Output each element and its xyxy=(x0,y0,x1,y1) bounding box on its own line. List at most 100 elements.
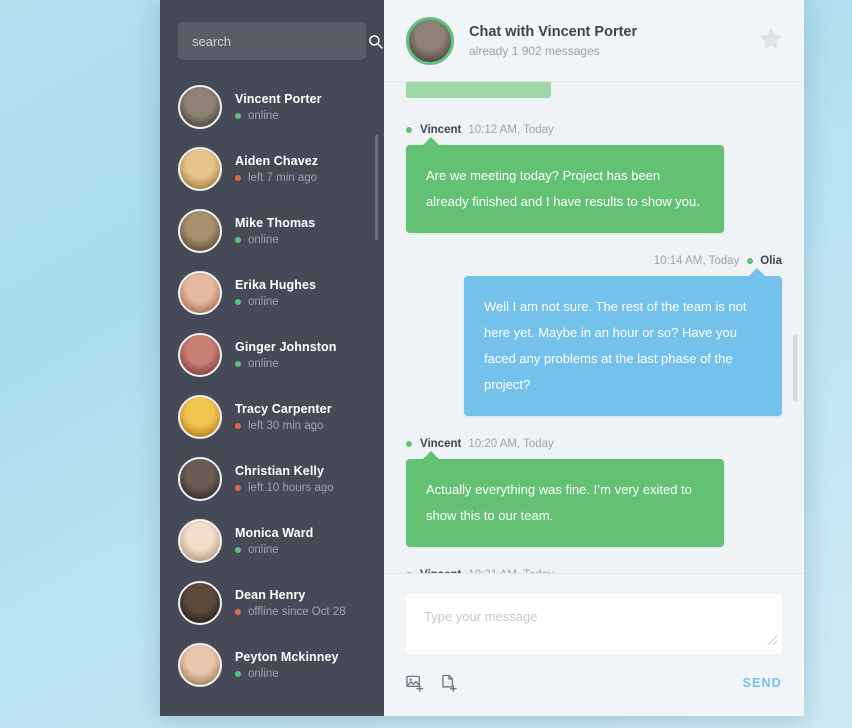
status-dot-online xyxy=(235,361,241,367)
contact-meta: Vincent Porter online xyxy=(235,92,366,122)
contact-list-item[interactable]: Mike Thomas online xyxy=(160,200,384,262)
contact-meta: Mike Thomas online xyxy=(235,216,366,246)
file-add-icon[interactable] xyxy=(441,674,460,693)
contact-status: online xyxy=(235,358,366,370)
composer-actions: SEND xyxy=(406,666,782,700)
message-timestamp: 10:14 AM, Today xyxy=(653,255,740,267)
message-meta: Vincent 10:12 AM, Today xyxy=(406,124,782,136)
contact-name: Erika Hughes xyxy=(235,278,317,292)
status-dot-online xyxy=(235,113,241,119)
contact-list-item[interactable]: Vincent Porter online xyxy=(160,76,384,138)
contact-list-item[interactable]: Monica Ward online xyxy=(160,510,384,572)
contact-list-item[interactable]: Erika Hughes online xyxy=(160,262,384,324)
contact-meta: Erika Hughes online xyxy=(235,278,366,308)
contact-status: online xyxy=(235,296,366,308)
star-icon[interactable] xyxy=(760,27,782,54)
contact-avatar xyxy=(178,209,222,253)
contact-avatar xyxy=(178,147,222,191)
message-bubble[interactable]: Actually everything was fine. I’m very e… xyxy=(406,451,724,547)
send-button[interactable]: SEND xyxy=(742,676,782,690)
chat-header-text: Chat with Vincent Porter already 1 902 m… xyxy=(469,24,760,58)
contact-meta: Monica Ward online xyxy=(235,526,366,556)
contact-list-item[interactable]: Aiden Chavez left 7 min ago xyxy=(160,138,384,200)
search-input[interactable] xyxy=(192,33,368,49)
contact-avatar xyxy=(178,457,222,501)
status-dot-online xyxy=(747,258,754,264)
message-author: Vincent xyxy=(420,569,461,573)
contact-status-label: left 7 min ago xyxy=(248,172,318,184)
contact-avatar xyxy=(178,519,222,563)
status-dot-away xyxy=(235,423,241,429)
contact-meta: Aiden Chavez left 7 min ago xyxy=(235,154,366,184)
contact-status: left 30 min ago xyxy=(235,420,366,432)
message-bubble[interactable]: Well I am not sure. The rest of the team… xyxy=(464,268,782,416)
chat-scrollbar[interactable] xyxy=(793,335,797,401)
contact-name: Mike Thomas xyxy=(235,216,316,230)
contact-avatar xyxy=(178,395,222,439)
message-author: Olia xyxy=(760,255,782,267)
status-dot-online xyxy=(406,572,412,573)
message-author: Vincent xyxy=(420,124,462,136)
search-row xyxy=(160,0,384,60)
contact-status: offline since Oct 28 xyxy=(235,606,366,618)
status-dot-online xyxy=(235,547,241,553)
contact-name: Monica Ward xyxy=(235,526,314,540)
chat-panel: Chat with Vincent Porter already 1 902 m… xyxy=(384,0,804,716)
contact-status-label: left 30 min ago xyxy=(248,420,324,432)
contact-list-item[interactable]: Christian Kelly left 10 hours ago xyxy=(160,448,384,510)
contact-list-item[interactable]: Peyton Mckinney online xyxy=(160,634,384,696)
message-block: Vincent 10:20 AM, Today Actually everythin… xyxy=(406,438,782,547)
contact-meta: Dean Henry offline since Oct 28 xyxy=(235,588,366,618)
contact-list-item[interactable]: Tracy Carpenter left 30 min ago xyxy=(160,386,384,448)
contact-name: Vincent Porter xyxy=(235,92,322,106)
message-composer: SEND xyxy=(384,573,804,716)
status-dot-away xyxy=(235,485,241,491)
message-bubble[interactable]: Are we meeting today? Project has been a… xyxy=(406,137,724,233)
contact-status-label: online xyxy=(248,668,279,680)
message-count-label: already 1 902 messages xyxy=(469,43,600,58)
message-list[interactable]: Vincent 10:12 AM, Today Are we meeting tod… xyxy=(384,82,804,573)
contact-status: online xyxy=(235,544,366,556)
contact-status-label: online xyxy=(248,544,279,556)
message-block: Vincent 10:31 AM, Today xyxy=(406,569,782,573)
contact-avatar xyxy=(178,333,222,377)
contact-name: Aiden Chavez xyxy=(235,154,319,168)
search-icon[interactable] xyxy=(368,34,383,49)
contact-avatar xyxy=(178,85,222,129)
chat-application-window: Vincent Porter online Aiden Chavez left 7 m… xyxy=(160,0,804,716)
search-box[interactable] xyxy=(178,22,383,60)
message-meta: 10:14 AM, Today Olia xyxy=(406,255,782,267)
status-dot-away xyxy=(235,175,241,181)
message-block: 10:14 AM, Today Olia Well I am not sure. T… xyxy=(406,255,782,416)
sidebar-scrollbar[interactable] xyxy=(375,135,378,240)
textarea-wrapper xyxy=(406,594,782,654)
message-timestamp: 10:31 AM, Today xyxy=(468,569,553,573)
message-author: Vincent xyxy=(420,438,462,450)
contact-list-item[interactable]: Dean Henry offline since Oct 28 xyxy=(160,572,384,634)
contact-status: left 7 min ago xyxy=(235,172,366,184)
contact-status: online xyxy=(235,110,366,122)
status-dot-offline xyxy=(235,609,241,615)
contact-avatar xyxy=(178,271,222,315)
status-dot-online xyxy=(406,441,412,447)
contact-list[interactable]: Vincent Porter online Aiden Chavez left 7 m… xyxy=(160,76,384,716)
contact-status-label: online xyxy=(248,296,279,308)
status-dot-online xyxy=(235,299,241,305)
chat-header: Chat with Vincent Porter already 1 902 m… xyxy=(384,0,804,82)
contact-status: left 10 hours ago xyxy=(235,482,366,494)
contacts-sidebar: Vincent Porter online Aiden Chavez left 7 m… xyxy=(160,0,384,716)
contact-list-item[interactable]: Ginger Johnston online xyxy=(160,324,384,386)
contact-status: online xyxy=(235,668,366,680)
contact-name: Peyton Mckinney xyxy=(235,650,339,664)
status-dot-online xyxy=(235,237,241,243)
message-input[interactable] xyxy=(406,594,782,654)
contact-status-label: online xyxy=(248,110,279,122)
status-dot-online xyxy=(235,671,241,677)
contact-meta: Tracy Carpenter left 30 min ago xyxy=(235,402,366,432)
contact-status-label: offline since Oct 28 xyxy=(248,606,346,618)
chat-partner-avatar[interactable] xyxy=(406,16,454,65)
image-add-icon[interactable] xyxy=(406,674,425,693)
message-timestamp: 10:12 AM, Today xyxy=(468,124,554,136)
contact-status-label: left 10 hours ago xyxy=(248,482,334,494)
contact-meta: Ginger Johnston online xyxy=(235,340,366,370)
